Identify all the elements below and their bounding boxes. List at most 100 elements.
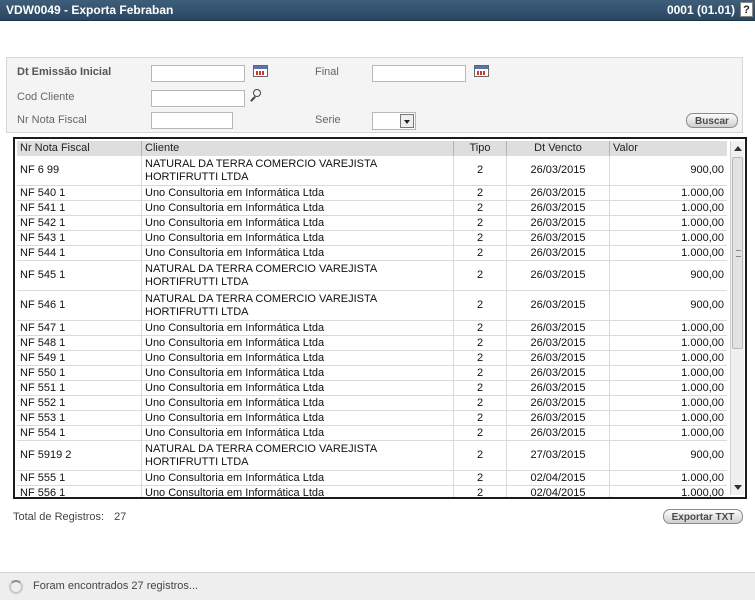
dt-emissao-input[interactable] [151,65,245,82]
cell-tipo: 2 [454,441,507,470]
cell-valor: 1.000,00 [681,471,724,484]
cell-cliente: Uno Consultoria em Informática Ltda [142,321,454,335]
buscar-button[interactable]: Buscar [686,113,738,128]
table-row[interactable]: NF 554 1 Uno Consultoria em Informática L… [17,426,727,441]
table-row[interactable]: NF 547 1 Uno Consultoria em Informática L… [17,321,727,336]
cell-tipo: 2 [454,366,507,380]
results-grid: Nr Nota Fiscal Cliente Tipo Dt Vencto Va… [13,137,747,499]
column-header-cliente[interactable]: Cliente [142,141,454,156]
cell-dt-vencto: 26/03/2015 [507,321,610,335]
cell-nr-nota: NF 551 1 [17,381,142,395]
cell-dt-vencto: 02/04/2015 [507,486,610,497]
table-row[interactable]: NF 543 1 Uno Consultoria em Informática L… [17,231,727,246]
nr-nota-label: Nr Nota Fiscal [17,114,87,126]
cell-valor: 900,00 [690,449,724,461]
scroll-thumb[interactable] [732,157,743,349]
cell-tipo: 2 [454,201,507,215]
cell-dt-vencto: 26/03/2015 [507,411,610,425]
scroll-down-icon[interactable] [734,485,742,490]
table-row[interactable]: NF 553 1 Uno Consultoria em Informática L… [17,411,727,426]
table-row[interactable]: NF 5919 2 NATURAL DA TERRA COMERCIO VAREJ… [17,441,727,471]
table-row[interactable]: NF 551 1 Uno Consultoria em Informática L… [17,381,727,396]
cell-nr-nota: NF 556 1 [17,486,142,497]
cell-nr-nota: NF 544 1 [17,246,142,260]
cell-tipo: 2 [454,336,507,350]
cell-nr-nota: NF 555 1 [17,471,142,485]
cod-cliente-input[interactable] [151,90,245,107]
cell-nr-nota: NF 542 1 [17,216,142,230]
nr-nota-input[interactable] [151,112,233,129]
window-title: VDW0049 - Exporta Febraban [6,3,174,17]
cell-cliente: Uno Consultoria em Informática Ltda [142,411,454,425]
total-registros: Total de Registros: 27 [13,511,126,523]
cell-dt-vencto: 26/03/2015 [507,366,610,380]
cell-valor: 1.000,00 [681,186,724,199]
cell-tipo: 2 [454,291,507,320]
vertical-scrollbar[interactable] [730,141,744,495]
calendar-icon[interactable] [474,65,489,77]
table-row[interactable]: NF 541 1 Uno Consultoria em Informática L… [17,201,727,216]
table-row[interactable]: NF 546 1 NATURAL DA TERRA COMERCIO VAREJI… [17,291,727,321]
cell-tipo: 2 [454,411,507,425]
cell-cliente: Uno Consultoria em Informática Ltda [142,231,454,245]
cell-valor: 1.000,00 [681,486,724,499]
grid-body: NF 6 99 NATURAL DA TERRA COMERCIO VAREJIS… [17,156,727,499]
cell-cliente: Uno Consultoria em Informática Ltda [142,216,454,230]
cell-cliente: Uno Consultoria em Informática Ltda [142,426,454,440]
table-row[interactable]: NF 540 1 Uno Consultoria em Informática L… [17,186,727,201]
table-row[interactable]: NF 544 1 Uno Consultoria em Informática L… [17,246,727,261]
exportar-txt-button[interactable]: Exportar TXT [663,509,743,524]
cell-cliente: Uno Consultoria em Informática Ltda [142,366,454,380]
cell-dt-vencto: 26/03/2015 [507,351,610,365]
table-row[interactable]: NF 550 1 Uno Consultoria em Informática L… [17,366,727,381]
status-bar: Foram encontrados 27 registros... [0,572,755,600]
table-row[interactable]: NF 545 1 NATURAL DA TERRA COMERCIO VAREJI… [17,261,727,291]
table-row[interactable]: NF 548 1 Uno Consultoria em Informática L… [17,336,727,351]
column-header-tipo[interactable]: Tipo [454,141,507,156]
cell-cliente: Uno Consultoria em Informática Ltda [142,486,454,497]
cell-valor: 900,00 [690,164,724,176]
cell-tipo: 2 [454,351,507,365]
cell-cliente: Uno Consultoria em Informática Ltda [142,201,454,215]
cell-valor: 900,00 [690,299,724,311]
cell-tipo: 2 [454,381,507,395]
cell-nr-nota: NF 548 1 [17,336,142,350]
cell-valor: 1.000,00 [681,246,724,259]
cell-valor: 1.000,00 [681,321,724,334]
cell-nr-nota: NF 547 1 [17,321,142,335]
cell-tipo: 2 [454,186,507,200]
cell-valor: 1.000,00 [681,411,724,424]
column-header-nr-nota[interactable]: Nr Nota Fiscal [17,141,142,156]
table-row[interactable]: NF 555 1 Uno Consultoria em Informática L… [17,471,727,486]
cell-dt-vencto: 26/03/2015 [507,261,610,290]
cell-dt-vencto: 26/03/2015 [507,426,610,440]
cell-valor: 1.000,00 [681,201,724,214]
calendar-icon[interactable] [253,65,268,77]
cell-nr-nota: NF 6 99 [17,156,142,185]
final-label: Final [315,66,339,78]
table-row[interactable]: NF 542 1 Uno Consultoria em Informática L… [17,216,727,231]
cell-tipo: 2 [454,231,507,245]
cell-valor: 900,00 [690,269,724,281]
column-header-dt-vencto[interactable]: Dt Vencto [507,141,610,156]
table-row[interactable]: NF 556 1 Uno Consultoria em Informática L… [17,486,727,499]
column-header-valor[interactable]: Valor [610,141,727,156]
cell-nr-nota: NF 554 1 [17,426,142,440]
grip-icon [736,250,741,257]
cell-cliente: NATURAL DA TERRA COMERCIO VAREJISTA HORT… [142,261,454,290]
table-row[interactable]: NF 552 1 Uno Consultoria em Informática L… [17,396,727,411]
search-icon[interactable] [248,88,262,102]
cell-valor: 1.000,00 [681,396,724,409]
scroll-up-icon[interactable] [734,146,742,151]
cell-dt-vencto: 26/03/2015 [507,381,610,395]
serie-select[interactable] [372,112,416,130]
cell-valor: 1.000,00 [681,366,724,379]
help-button[interactable]: ? [740,2,753,17]
chevron-down-icon[interactable] [400,114,414,128]
cell-dt-vencto: 26/03/2015 [507,201,610,215]
table-row[interactable]: NF 549 1 Uno Consultoria em Informática L… [17,351,727,366]
title-bar: VDW0049 - Exporta Febraban 0001 (01.01) … [0,0,755,21]
table-row[interactable]: NF 6 99 NATURAL DA TERRA COMERCIO VAREJIS… [17,156,727,186]
cell-cliente: Uno Consultoria em Informática Ltda [142,381,454,395]
final-date-input[interactable] [372,65,466,82]
